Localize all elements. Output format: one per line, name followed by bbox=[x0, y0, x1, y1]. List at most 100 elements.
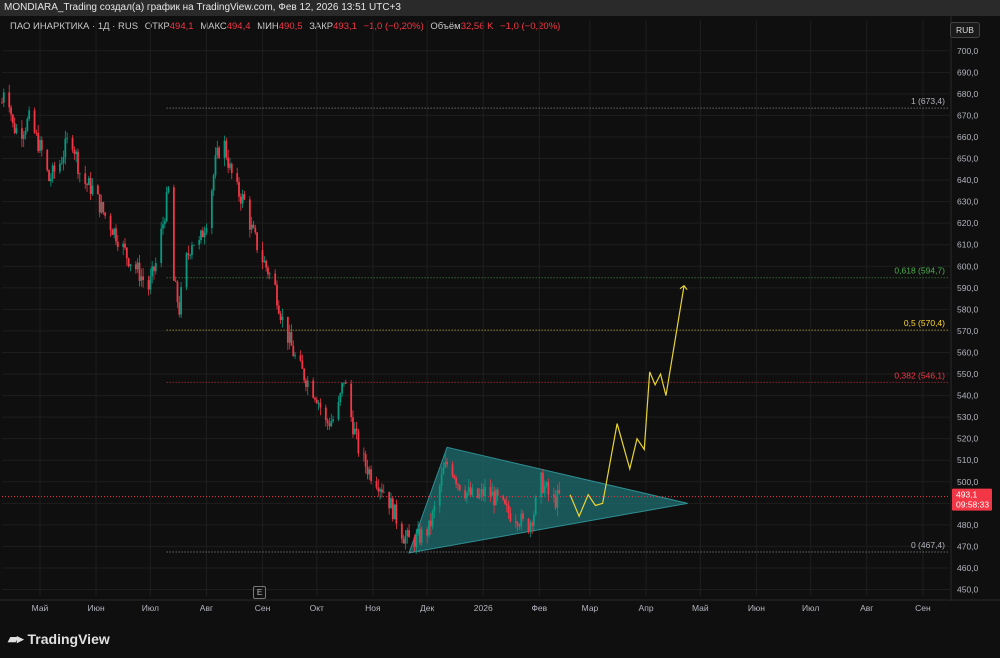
candle-body bbox=[344, 382, 347, 384]
candle-body bbox=[111, 229, 114, 235]
y-tick-label: 470,0 bbox=[957, 541, 979, 551]
candle-body bbox=[230, 163, 233, 174]
candle-body bbox=[489, 486, 492, 496]
current-price-label: 493,1 bbox=[956, 490, 978, 500]
candle-body bbox=[366, 466, 369, 475]
x-tick-label: Окт bbox=[310, 603, 324, 613]
y-tick-label: 650,0 bbox=[957, 154, 979, 164]
fib-level-label: 0,618 (594,7) bbox=[894, 266, 945, 276]
x-tick-label: Май bbox=[692, 603, 709, 613]
candle-body bbox=[227, 157, 230, 168]
candle-body bbox=[451, 464, 454, 476]
candle-body bbox=[100, 202, 103, 213]
candle-body bbox=[40, 139, 43, 151]
candle-body bbox=[455, 478, 457, 484]
candle-body bbox=[189, 254, 192, 256]
candle-body bbox=[236, 173, 239, 182]
tradingview-logo[interactable]: ▰▸ TradingView bbox=[8, 630, 110, 648]
candle-body bbox=[21, 128, 23, 139]
candle-body bbox=[124, 243, 126, 248]
fib-level-label: 1 (673,4) bbox=[911, 96, 945, 106]
candle-body bbox=[417, 528, 420, 534]
x-tick-label: Фев bbox=[531, 603, 547, 613]
candle-body bbox=[165, 192, 168, 222]
candle-body bbox=[332, 419, 334, 422]
candle-body bbox=[312, 380, 315, 398]
x-tick-label: 2026 bbox=[474, 603, 493, 613]
candle-body bbox=[48, 170, 50, 182]
candle-body bbox=[86, 183, 88, 185]
y-tick-label: 570,0 bbox=[957, 326, 979, 336]
candle-body bbox=[507, 505, 510, 514]
candle-body bbox=[554, 496, 557, 508]
candle-body bbox=[276, 284, 278, 306]
candle-body bbox=[324, 407, 327, 421]
candle-body bbox=[178, 302, 181, 315]
y-tick-label: 530,0 bbox=[957, 412, 979, 422]
y-tick-label: 460,0 bbox=[957, 563, 979, 573]
x-tick-label: Июн bbox=[87, 603, 104, 613]
candle-body bbox=[243, 194, 246, 200]
candle-body bbox=[167, 187, 170, 193]
candle-body bbox=[355, 428, 358, 432]
candle-body bbox=[256, 232, 258, 251]
candle-body bbox=[187, 253, 190, 255]
candle-body bbox=[49, 178, 52, 182]
candle-body bbox=[471, 488, 474, 496]
candle-body bbox=[467, 487, 470, 493]
y-tick-label: 560,0 bbox=[957, 347, 979, 357]
candle-body bbox=[60, 162, 63, 164]
candle-body bbox=[426, 529, 429, 536]
candle-body bbox=[476, 488, 479, 498]
y-tick-label: 610,0 bbox=[957, 240, 979, 250]
candle-body bbox=[268, 273, 271, 275]
candle-body bbox=[87, 178, 90, 185]
y-tick-label: 660,0 bbox=[957, 132, 979, 142]
candle-body bbox=[66, 137, 69, 139]
currency-button[interactable]: RUB bbox=[950, 22, 980, 38]
candle-body bbox=[115, 228, 117, 242]
y-tick-label: 510,0 bbox=[957, 455, 979, 465]
candle-body bbox=[540, 472, 543, 498]
earnings-marker[interactable]: E bbox=[253, 586, 266, 599]
y-tick-label: 450,0 bbox=[957, 585, 979, 595]
candle-body bbox=[46, 150, 49, 171]
candle-body bbox=[319, 402, 322, 408]
candle-body bbox=[134, 264, 137, 270]
candle-body bbox=[176, 281, 179, 303]
candle-body bbox=[556, 489, 559, 508]
candle-body bbox=[328, 423, 331, 427]
price-chart[interactable]: 1 (673,4) 0,618 (594,7) 0,5 (570,4) 0,382 (… bbox=[0, 0, 1000, 658]
y-tick-label: 480,0 bbox=[957, 520, 979, 530]
candle-body bbox=[91, 185, 94, 194]
fib-level-label: 0,382 (546,1) bbox=[894, 370, 945, 380]
candle-body bbox=[172, 187, 175, 281]
x-tick-label: Сен bbox=[255, 603, 271, 613]
candle-body bbox=[404, 536, 407, 544]
candle-body bbox=[147, 280, 150, 290]
candle-body bbox=[469, 487, 472, 496]
candle-body bbox=[127, 258, 130, 267]
candle-body bbox=[267, 267, 269, 275]
candle-body bbox=[339, 393, 342, 403]
candle-body bbox=[364, 454, 367, 467]
candle-body bbox=[58, 163, 61, 172]
candle-body bbox=[261, 250, 264, 263]
x-tick-label: Авг bbox=[860, 603, 873, 613]
candle-body bbox=[292, 345, 295, 357]
candle-body bbox=[24, 130, 27, 135]
candle-body bbox=[185, 253, 188, 288]
candle-body bbox=[352, 417, 354, 435]
candle-body bbox=[89, 178, 92, 194]
candle-body bbox=[299, 355, 302, 361]
candle-body bbox=[212, 175, 215, 191]
candle-body bbox=[419, 528, 421, 543]
fib-level-label: 0,5 (570,4) bbox=[904, 318, 945, 328]
candle-body bbox=[514, 521, 517, 523]
candle-body bbox=[444, 461, 447, 468]
y-tick-label: 600,0 bbox=[957, 261, 979, 271]
candle-body bbox=[353, 428, 356, 435]
candle-body bbox=[180, 287, 183, 315]
candle-body bbox=[382, 491, 385, 493]
candle-body bbox=[98, 194, 101, 213]
